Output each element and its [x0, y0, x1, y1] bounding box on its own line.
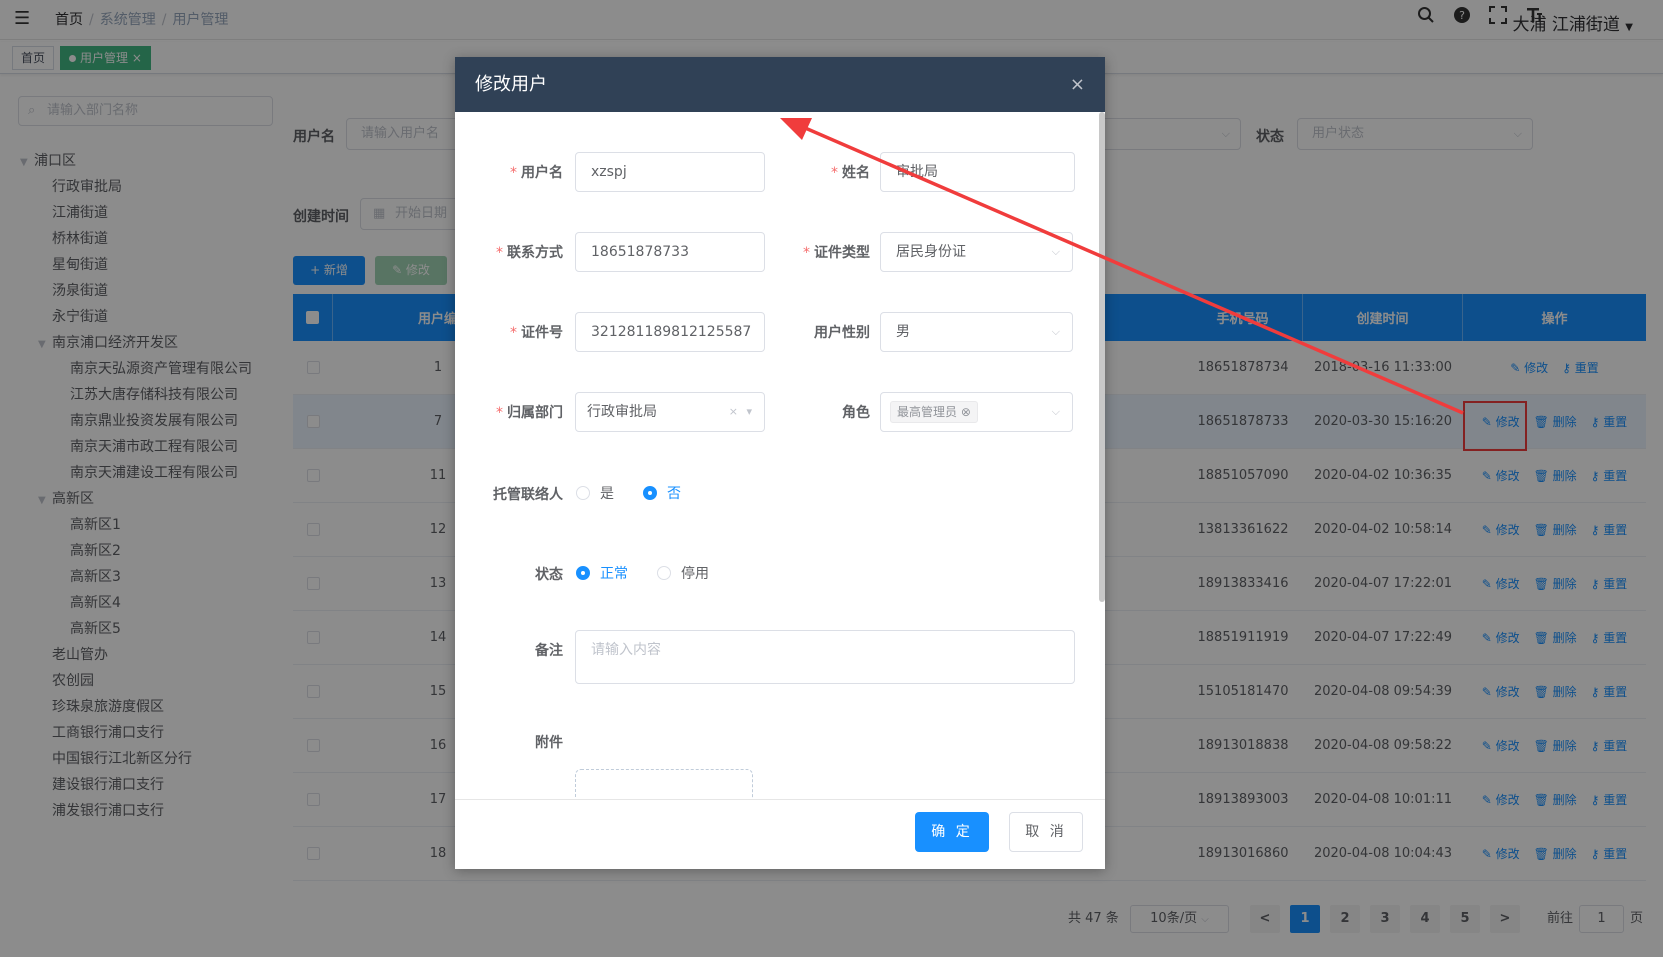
annotation-arrow	[780, 118, 1464, 415]
